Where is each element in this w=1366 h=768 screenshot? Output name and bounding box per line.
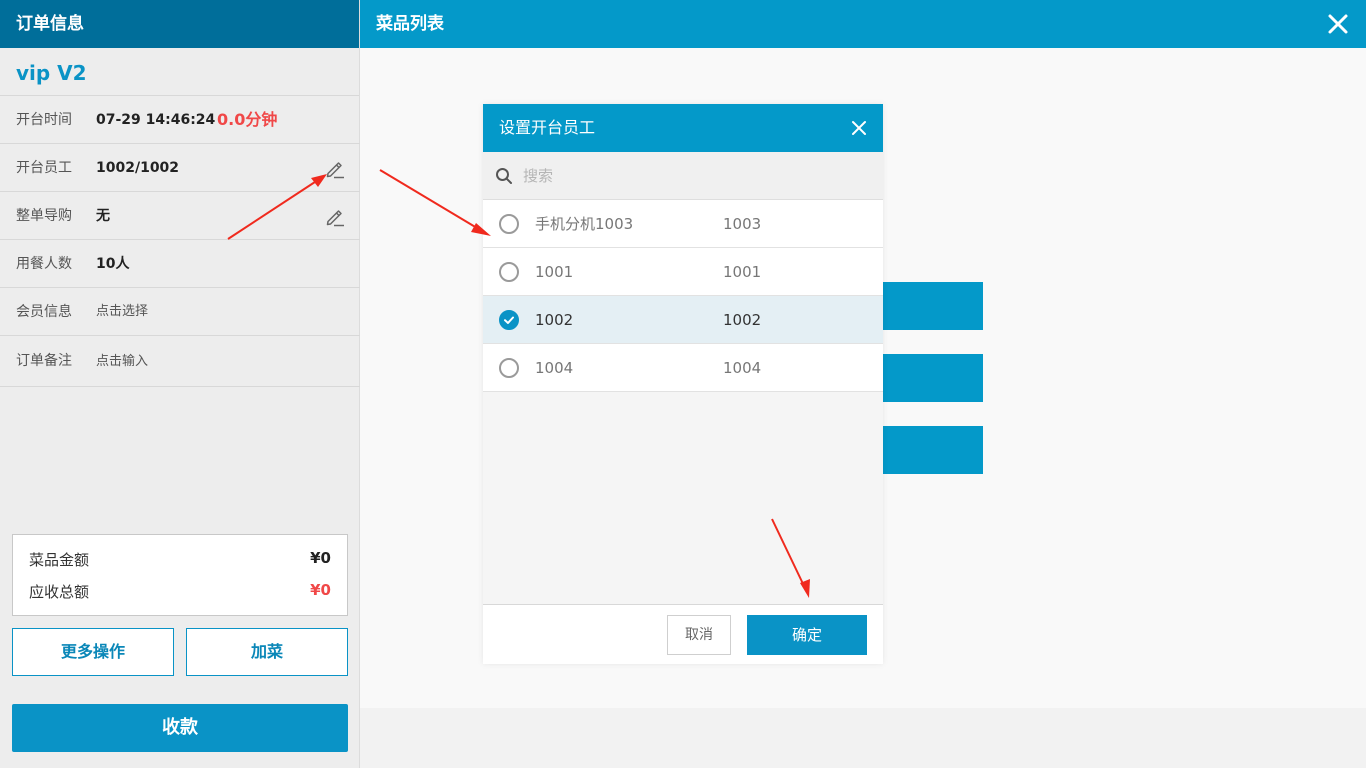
employee-code: 1002 — [723, 311, 762, 329]
dialog-footer: 取消 确定 — [483, 604, 883, 664]
radio-button[interactable] — [499, 214, 519, 234]
employee-row-selected[interactable]: 1002 1002 — [483, 296, 883, 344]
search-icon — [496, 168, 512, 184]
background-action-button[interactable] — [883, 426, 983, 474]
guest-count-row[interactable]: 用餐人数 10人 — [0, 240, 360, 288]
order-note-row[interactable]: 订单备注 点击输入 — [0, 336, 360, 387]
employee-code: 1004 — [723, 359, 762, 377]
employee-row[interactable]: 1001 1001 — [483, 248, 883, 296]
add-dish-button[interactable]: 加菜 — [186, 628, 348, 676]
search-input[interactable] — [523, 164, 863, 188]
dish-amount-label: 菜品金额 — [29, 551, 90, 569]
search-bar — [483, 152, 883, 200]
employee-code: 1001 — [723, 263, 762, 281]
member-info-label: 会员信息 — [16, 304, 72, 320]
background-action-button[interactable] — [883, 282, 983, 330]
receivable-row: 应收总额 ¥0 — [29, 581, 331, 605]
employee-name: 1001 — [535, 263, 574, 281]
confirm-button[interactable]: 确定 — [747, 615, 867, 655]
dialog-header: 设置开台员工 — [483, 104, 883, 152]
employee-name: 手机分机1003 — [535, 215, 634, 233]
amount-summary: 菜品金额 ¥0 应收总额 ¥0 — [12, 534, 348, 616]
checkout-button[interactable]: 收款 — [12, 704, 348, 752]
employee-row[interactable]: 手机分机1003 1003 — [483, 200, 883, 248]
receivable-value: ¥0 — [310, 581, 331, 599]
dish-amount-row: 菜品金额 ¥0 — [29, 549, 331, 573]
open-staff-value: 1002/1002 — [96, 160, 180, 176]
sales-guide-label: 整单导购 — [16, 208, 72, 224]
close-icon[interactable] — [1326, 12, 1350, 36]
more-actions-button[interactable]: 更多操作 — [12, 628, 174, 676]
sales-guide-value: 无 — [96, 208, 110, 224]
edit-pencil-icon[interactable] — [324, 158, 346, 180]
employee-name: 1004 — [535, 359, 574, 377]
employee-code: 1003 — [723, 215, 762, 233]
dialog-title: 设置开台员工 — [499, 118, 596, 137]
open-staff-row[interactable]: 开台员工 1002/1002 — [0, 144, 360, 192]
employee-row[interactable]: 1004 1004 — [483, 344, 883, 392]
check-icon — [504, 316, 514, 324]
receivable-label: 应收总额 — [29, 583, 90, 601]
radio-button[interactable] — [499, 262, 519, 282]
background-action-button[interactable] — [883, 354, 983, 402]
order-panel-title: 订单信息 — [0, 0, 359, 48]
employee-name: 1002 — [535, 311, 574, 329]
open-staff-label: 开台员工 — [16, 160, 72, 176]
order-note-label: 订单备注 — [16, 353, 72, 369]
set-staff-dialog: 设置开台员工 手机分机1003 1003 1001 1001 1002 1002 — [483, 104, 883, 664]
edit-pencil-icon[interactable] — [324, 206, 346, 228]
guest-count-label: 用餐人数 — [16, 256, 72, 272]
order-panel: 订单信息 vip V2 开台时间 07-29 14:46:24 0.0分钟 开台… — [0, 0, 360, 768]
close-icon[interactable] — [851, 120, 867, 136]
open-time-value: 07-29 14:46:24 — [96, 112, 216, 128]
member-info-row[interactable]: 会员信息 点击选择 — [0, 288, 360, 336]
guest-count-value: 10人 — [96, 256, 130, 272]
dish-list-title: 菜品列表 — [376, 14, 444, 34]
open-time-label: 开台时间 — [16, 112, 72, 128]
open-time-row: 开台时间 07-29 14:46:24 0.0分钟 — [0, 96, 360, 144]
radio-button[interactable] — [499, 358, 519, 378]
dish-amount-value: ¥0 — [310, 549, 331, 567]
order-note-placeholder: 点击输入 — [96, 354, 149, 369]
table-name: vip V2 — [0, 48, 359, 96]
sales-guide-row[interactable]: 整单导购 无 — [0, 192, 360, 240]
radio-checked[interactable] — [499, 310, 519, 330]
cancel-button[interactable]: 取消 — [667, 615, 731, 655]
member-info-placeholder: 点击选择 — [96, 304, 149, 319]
dish-list-header: 菜品列表 — [360, 0, 1366, 48]
elapsed-duration: 0.0分钟 — [217, 110, 278, 129]
